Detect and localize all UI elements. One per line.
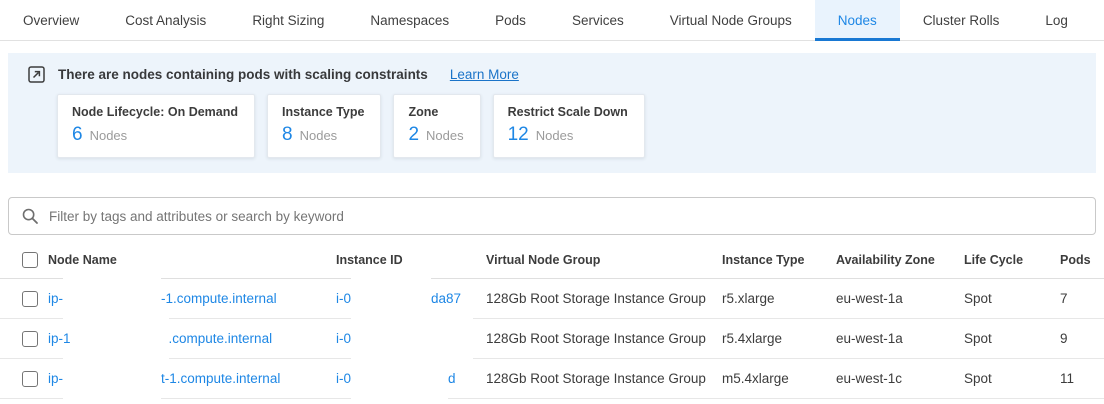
tab-right-sizing[interactable]: Right Sizing [229, 0, 347, 40]
tab-virtual-node-groups[interactable]: Virtual Node Groups [647, 0, 815, 40]
availability-zone-cell: eu-west-1c [836, 371, 964, 386]
redacted-text [351, 356, 448, 402]
row-checkbox[interactable] [22, 331, 38, 347]
node-name-link[interactable]: ip- [48, 291, 63, 306]
search-input[interactable] [49, 209, 1083, 224]
card-zone[interactable]: Zone 2 Nodes [393, 94, 480, 158]
table-row: ip- t-1.compute.internal i-0 d 128Gb Roo… [0, 359, 1104, 399]
instance-id-link[interactable]: i-0 [336, 291, 351, 306]
card-title: Restrict Scale Down [508, 105, 628, 119]
row-checkbox[interactable] [22, 291, 38, 307]
virtual-node-group-cell: 128Gb Root Storage Instance Group [486, 371, 722, 386]
card-unit: Nodes [300, 128, 338, 143]
instance-id-link[interactable]: i-0 [336, 371, 351, 386]
tab-log[interactable]: Log [1022, 0, 1091, 40]
card-title: Instance Type [282, 105, 364, 119]
tab-services[interactable]: Services [549, 0, 647, 40]
search-icon [21, 207, 39, 225]
card-title: Node Lifecycle: On Demand [72, 105, 238, 119]
tab-overview[interactable]: Overview [0, 0, 102, 40]
scaling-constraints-banner: There are nodes containing pods with sca… [8, 53, 1096, 173]
card-unit: Nodes [536, 128, 574, 143]
instance-type-cell: r5.xlarge [722, 291, 836, 306]
card-unit: Nodes [426, 128, 464, 143]
tab-cost-analysis[interactable]: Cost Analysis [102, 0, 229, 40]
column-header-virtual-node-group: Virtual Node Group [486, 253, 722, 267]
instance-id-link[interactable]: da87 [431, 291, 461, 306]
column-header-pods: Pods [1060, 253, 1104, 267]
card-value: 2 [408, 124, 419, 146]
card-restrict-scale-down[interactable]: Restrict Scale Down 12 Nodes [493, 94, 645, 158]
instance-type-cell: r5.4xlarge [722, 331, 836, 346]
filter-search-bar [8, 197, 1096, 235]
nodes-table: Node Name Instance ID Virtual Node Group… [0, 241, 1104, 399]
select-all-checkbox[interactable] [22, 252, 38, 268]
scaling-constraint-icon [28, 66, 45, 83]
pods-cell: 9 [1060, 331, 1104, 346]
node-name-link[interactable]: ip- [48, 371, 63, 386]
card-title: Zone [408, 105, 463, 119]
card-value: 8 [282, 124, 293, 146]
column-header-life-cycle: Life Cycle [964, 253, 1060, 267]
node-name-link[interactable]: .compute.internal [169, 331, 273, 346]
redacted-text [63, 356, 161, 402]
column-header-availability-zone: Availability Zone [836, 253, 964, 267]
learn-more-link[interactable]: Learn More [450, 67, 519, 82]
tab-bar: Overview Cost Analysis Right Sizing Name… [0, 0, 1104, 41]
card-unit: Nodes [90, 128, 128, 143]
table-row: ip- -1.compute.internal i-0 da87 128Gb R… [0, 279, 1104, 319]
tab-cluster-rolls[interactable]: Cluster Rolls [900, 0, 1023, 40]
banner-message: There are nodes containing pods with sca… [58, 67, 428, 82]
card-value: 12 [508, 124, 529, 146]
column-header-instance-type: Instance Type [722, 253, 836, 267]
constraint-cards: Node Lifecycle: On Demand 6 Nodes Instan… [57, 94, 1080, 158]
life-cycle-cell: Spot [964, 291, 1060, 306]
virtual-node-group-cell: 128Gb Root Storage Instance Group [486, 331, 722, 346]
node-name-link[interactable]: ip-1 [48, 331, 71, 346]
tab-namespaces[interactable]: Namespaces [347, 0, 472, 40]
tab-nodes[interactable]: Nodes [815, 0, 900, 40]
life-cycle-cell: Spot [964, 371, 1060, 386]
tab-pods[interactable]: Pods [472, 0, 549, 40]
row-checkbox[interactable] [22, 371, 38, 387]
availability-zone-cell: eu-west-1a [836, 331, 964, 346]
availability-zone-cell: eu-west-1a [836, 291, 964, 306]
instance-id-link[interactable]: d [448, 371, 456, 386]
card-node-lifecycle-on-demand[interactable]: Node Lifecycle: On Demand 6 Nodes [57, 94, 255, 158]
node-name-link[interactable]: -1.compute.internal [161, 291, 277, 306]
card-instance-type[interactable]: Instance Type 8 Nodes [267, 94, 381, 158]
instance-id-link[interactable]: i-0 [336, 331, 351, 346]
node-name-link[interactable]: t-1.compute.internal [161, 371, 280, 386]
table-row: ip-1 .compute.internal i-0 128Gb Root St… [0, 319, 1104, 359]
pods-cell: 11 [1060, 371, 1104, 386]
column-header-instance-id: Instance ID [336, 253, 486, 267]
life-cycle-cell: Spot [964, 331, 1060, 346]
table-header-row: Node Name Instance ID Virtual Node Group… [0, 241, 1104, 279]
pods-cell: 7 [1060, 291, 1104, 306]
instance-type-cell: m5.4xlarge [722, 371, 836, 386]
card-value: 6 [72, 124, 83, 146]
virtual-node-group-cell: 128Gb Root Storage Instance Group [486, 291, 722, 306]
column-header-node-name: Node Name [48, 253, 336, 267]
